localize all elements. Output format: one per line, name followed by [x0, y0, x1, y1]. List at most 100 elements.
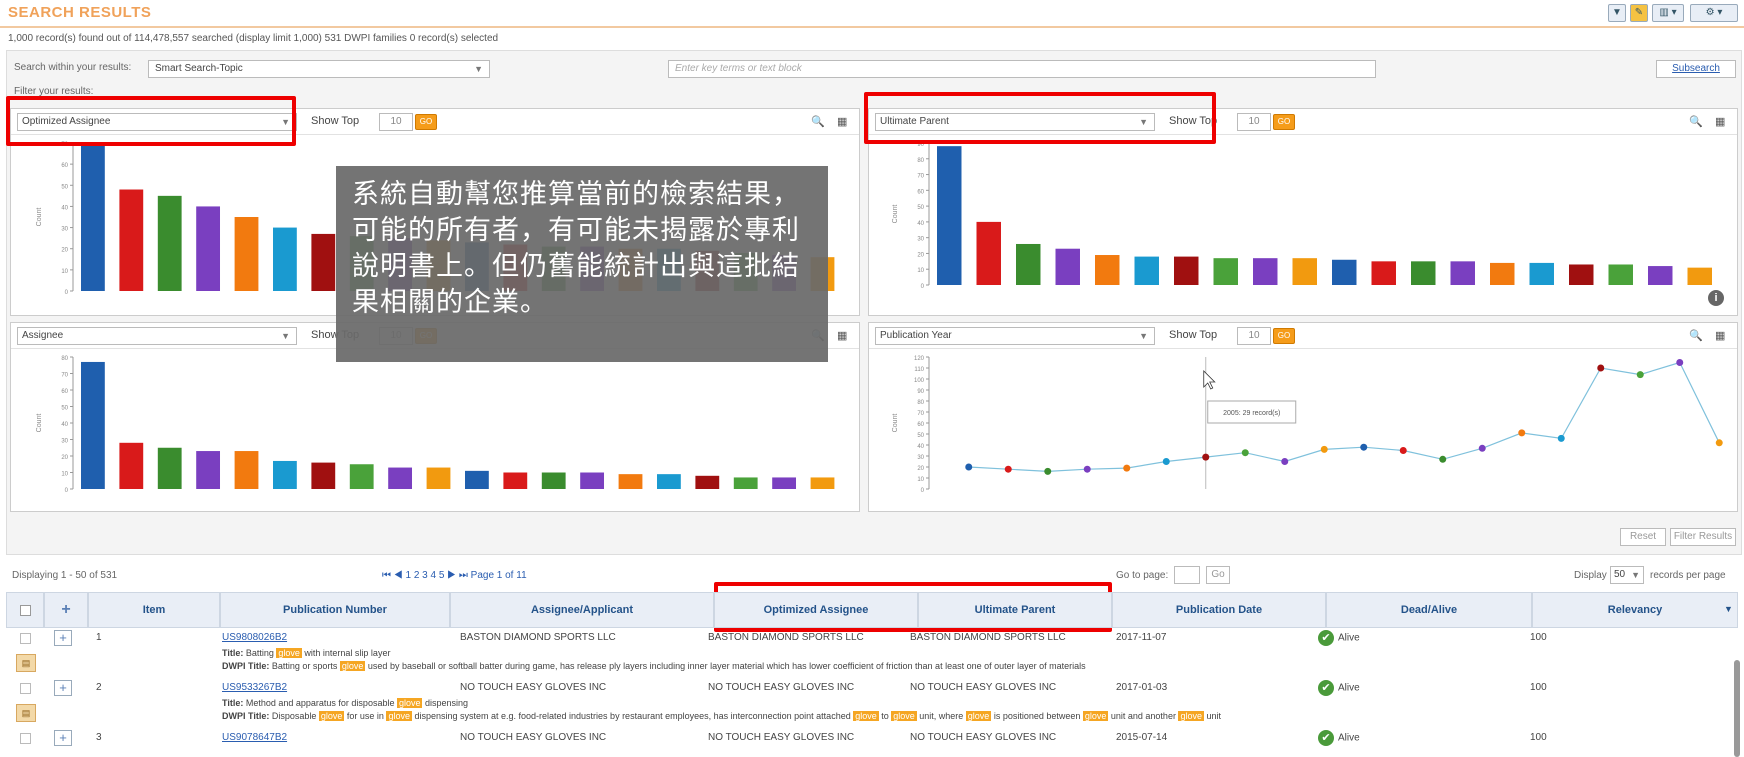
vertical-scrollbar[interactable] — [1734, 660, 1740, 757]
table-view-icon[interactable]: ▦ — [1715, 329, 1725, 342]
assignee-cell: NO TOUCH EASY GLOVES INC — [460, 732, 607, 743]
zoom-icon[interactable]: 🔍 — [1689, 329, 1703, 342]
page-links[interactable]: ⏮ ◀ 1 2 3 4 5 ▶ ⏭ Page 1 of 11 — [382, 570, 527, 581]
y-tick-label: 10 — [61, 472, 68, 478]
edit-icon[interactable]: ✎ — [1630, 4, 1648, 22]
dwpi-text: used by baseball or softball batter duri… — [365, 661, 1086, 671]
highlight-term: glove — [339, 661, 366, 671]
y-tick-label: 20 — [61, 455, 68, 461]
data-point — [1676, 359, 1684, 366]
document-preview-icon[interactable]: ▤ — [16, 654, 36, 672]
row-checkbox[interactable] — [20, 683, 31, 694]
table-view-icon[interactable]: ▦ — [837, 329, 847, 342]
zoom-icon[interactable]: 🔍 — [811, 115, 825, 128]
expand-row-button[interactable]: + — [54, 680, 72, 696]
data-point — [1518, 429, 1526, 437]
publication-number-link[interactable]: US9808026B2 — [222, 632, 287, 643]
top-n-input[interactable]: 10 — [379, 113, 413, 131]
optimized-assignee-cell: NO TOUCH EASY GLOVES INC — [708, 732, 855, 743]
column-ultimate-parent[interactable]: Ultimate Parent — [918, 592, 1112, 628]
dwpi-text: for use in — [344, 711, 387, 721]
dwpi-text: unit — [1203, 711, 1221, 721]
relevancy-cell: 100 — [1530, 632, 1547, 643]
data-point — [1320, 445, 1328, 453]
bar — [733, 477, 758, 489]
column-assignee[interactable]: Assignee/Applicant — [450, 592, 714, 628]
data-point — [1162, 458, 1170, 465]
y-tick-label: 30 — [61, 227, 68, 233]
bar — [388, 467, 413, 489]
y-axis-label: Count — [892, 205, 899, 224]
show-top-label: Show Top — [1169, 329, 1218, 341]
goto-page-input[interactable] — [1174, 566, 1200, 584]
top-n-go-button[interactable]: GO — [1273, 328, 1295, 344]
title-text: with internal slip layer — [301, 648, 391, 658]
top-n-input[interactable]: 10 — [1237, 327, 1271, 345]
highlight-optimized-assignee — [6, 96, 296, 146]
search-type-select[interactable]: Smart Search-Topic ▼ — [148, 60, 490, 78]
chart-field-select[interactable]: Assignee ▼ — [17, 327, 297, 345]
callout-line: 可能的所有者，有可能未揭露於專利 — [352, 215, 800, 245]
table-view-icon[interactable]: ▦ — [1715, 115, 1725, 128]
y-tick-label: 40 — [917, 221, 924, 227]
top-n-go-button[interactable]: GO — [1273, 114, 1295, 130]
bar — [234, 451, 259, 489]
column-item[interactable]: Item — [88, 592, 220, 628]
column-dead-alive[interactable]: Dead/Alive — [1326, 592, 1532, 628]
y-tick-label: 0 — [65, 290, 69, 296]
chevron-down-icon: ▼ — [1139, 331, 1148, 341]
info-icon[interactable]: i — [1708, 290, 1724, 306]
relevancy-cell: 100 — [1530, 682, 1547, 693]
filter-results-button[interactable]: Filter Results — [1670, 528, 1736, 546]
publication-date-cell: 2015-07-14 — [1116, 732, 1168, 743]
y-tick-label: 20 — [61, 248, 68, 254]
column-menu-icon[interactable]: ▼ — [1724, 604, 1733, 614]
dwpi-title-label: DWPI Title: — [222, 711, 270, 721]
y-tick-label: 0 — [921, 488, 925, 494]
top-n-go-button[interactable]: GO — [415, 114, 437, 130]
column-publication-number[interactable]: Publication Number — [220, 592, 450, 628]
displaying-count: Displaying 1 - 50 of 531 — [12, 570, 118, 581]
goto-button[interactable]: Go — [1206, 566, 1230, 584]
highlight-term: glove — [318, 711, 345, 721]
record-dwpi-title: DWPI Title: Disposable glove for use in … — [222, 711, 1221, 721]
y-tick-label: 120 — [914, 356, 925, 362]
publication-number-link[interactable]: US9533267B2 — [222, 682, 287, 693]
column-relevancy[interactable]: Relevancy — [1532, 592, 1738, 628]
bar — [349, 464, 374, 489]
bar — [1134, 256, 1159, 285]
publication-number-link[interactable]: US9078647B2 — [222, 732, 287, 743]
row-checkbox[interactable] — [20, 733, 31, 744]
subsearch-button[interactable]: Subsearch — [1656, 60, 1736, 78]
table-view-icon[interactable]: ▦ — [837, 115, 847, 128]
expand-row-button[interactable]: + — [54, 630, 72, 646]
document-preview-icon[interactable]: ▤ — [16, 704, 36, 722]
show-top-label: Show Top — [311, 115, 360, 127]
select-all-checkbox[interactable] — [6, 592, 44, 628]
view-menu-button[interactable]: ▥ ▾ — [1652, 4, 1684, 22]
expand-all-button[interactable]: + — [44, 592, 88, 628]
bar — [618, 474, 643, 489]
assignee-bar-chart: 80 70 60 50 40 30 20 10 0 Count — [36, 356, 835, 494]
bar — [1332, 259, 1357, 285]
y-tick-label: 10 — [61, 269, 68, 275]
row-checkbox[interactable] — [20, 633, 31, 644]
y-tick-label: 10 — [917, 268, 924, 274]
column-publication-date[interactable]: Publication Date — [1112, 592, 1326, 628]
top-n-input[interactable]: 10 — [1237, 113, 1271, 131]
filter-icon[interactable]: ▼ — [1608, 4, 1626, 22]
record-title: Title: Batting glove with internal slip … — [222, 648, 390, 658]
bar — [1490, 262, 1515, 285]
column-optimized-assignee[interactable]: Optimized Assignee — [714, 592, 918, 628]
chart-field-select[interactable]: Publication Year ▼ — [875, 327, 1155, 345]
zoom-icon[interactable]: 🔍 — [1689, 115, 1703, 128]
y-tick-label: 80 — [917, 158, 924, 164]
per-page-select[interactable]: 50 ▼ — [1610, 566, 1644, 584]
key-terms-input[interactable]: Enter key terms or text block — [668, 60, 1376, 78]
y-tick-label: 40 — [61, 205, 68, 211]
data-point — [1202, 453, 1210, 461]
settings-menu-button[interactable]: ⚙ ▾ — [1690, 4, 1738, 22]
status-badge: ✔ Alive — [1318, 680, 1360, 696]
reset-button[interactable]: Reset — [1620, 528, 1666, 546]
expand-row-button[interactable]: + — [54, 730, 72, 746]
